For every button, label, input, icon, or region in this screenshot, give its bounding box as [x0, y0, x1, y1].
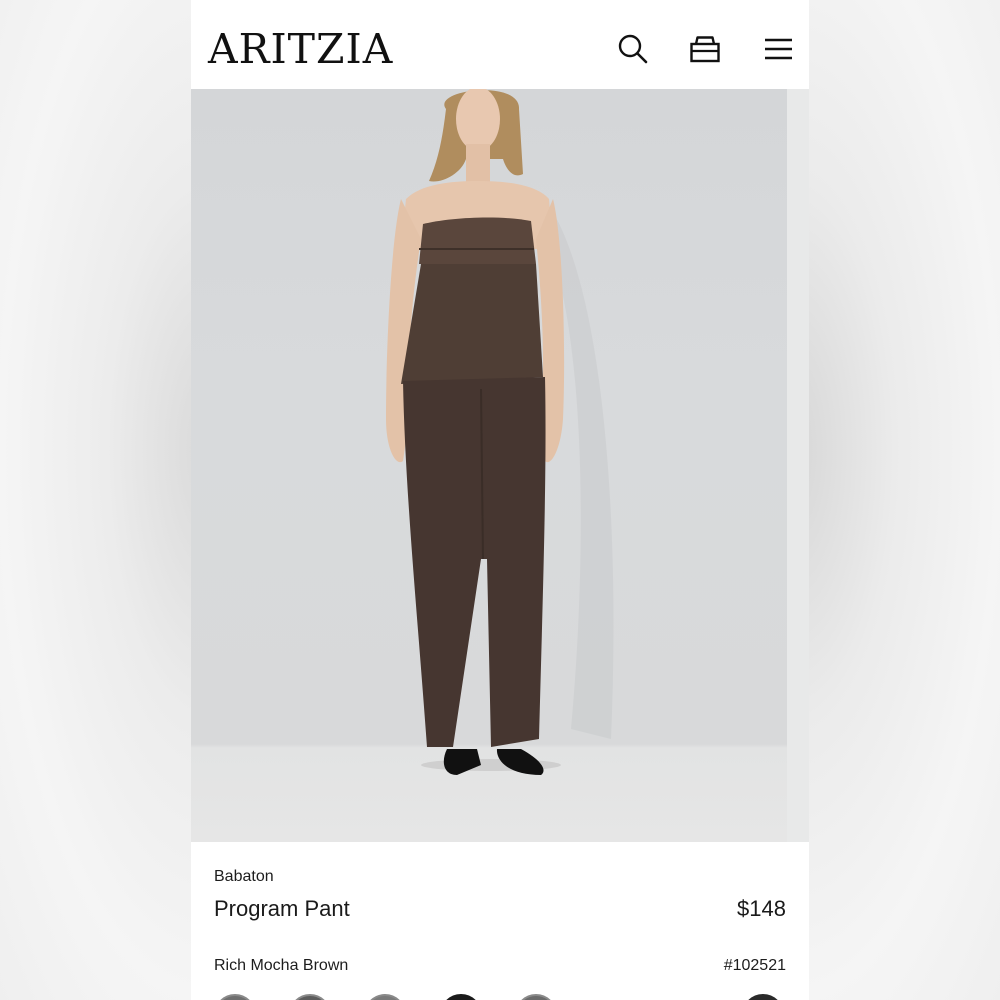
product-image[interactable]	[191, 89, 809, 842]
color-swatch[interactable]	[440, 994, 482, 1000]
color-swatch[interactable]	[214, 994, 256, 1000]
search-icon[interactable]	[615, 31, 651, 67]
site-header: ARITZIA	[191, 0, 809, 89]
brand-logo[interactable]: ARITZIA	[208, 25, 393, 73]
color-swatches	[191, 994, 809, 1000]
product-page: ARITZIA Babaton Program Pant $148 Rich M…	[191, 0, 809, 1000]
product-info: Babaton Program Pant $148 Rich Mocha Bro…	[191, 842, 809, 1000]
color-swatch[interactable]	[515, 994, 557, 1000]
product-name: Program Pant	[214, 896, 350, 921]
product-price: $148	[737, 896, 786, 921]
product-brand[interactable]: Babaton	[214, 868, 274, 886]
color-swatch[interactable]	[364, 994, 406, 1000]
bag-icon[interactable]	[687, 31, 723, 67]
selected-color-name: Rich Mocha Brown	[214, 957, 349, 974]
model-figure	[386, 89, 614, 775]
color-swatch[interactable]	[742, 994, 784, 1000]
background-blur-left	[0, 0, 191, 1000]
menu-icon[interactable]	[760, 31, 796, 67]
background-blur-right	[809, 0, 1000, 1000]
product-sku: #102521	[723, 957, 786, 974]
color-swatch[interactable]	[289, 994, 331, 1000]
